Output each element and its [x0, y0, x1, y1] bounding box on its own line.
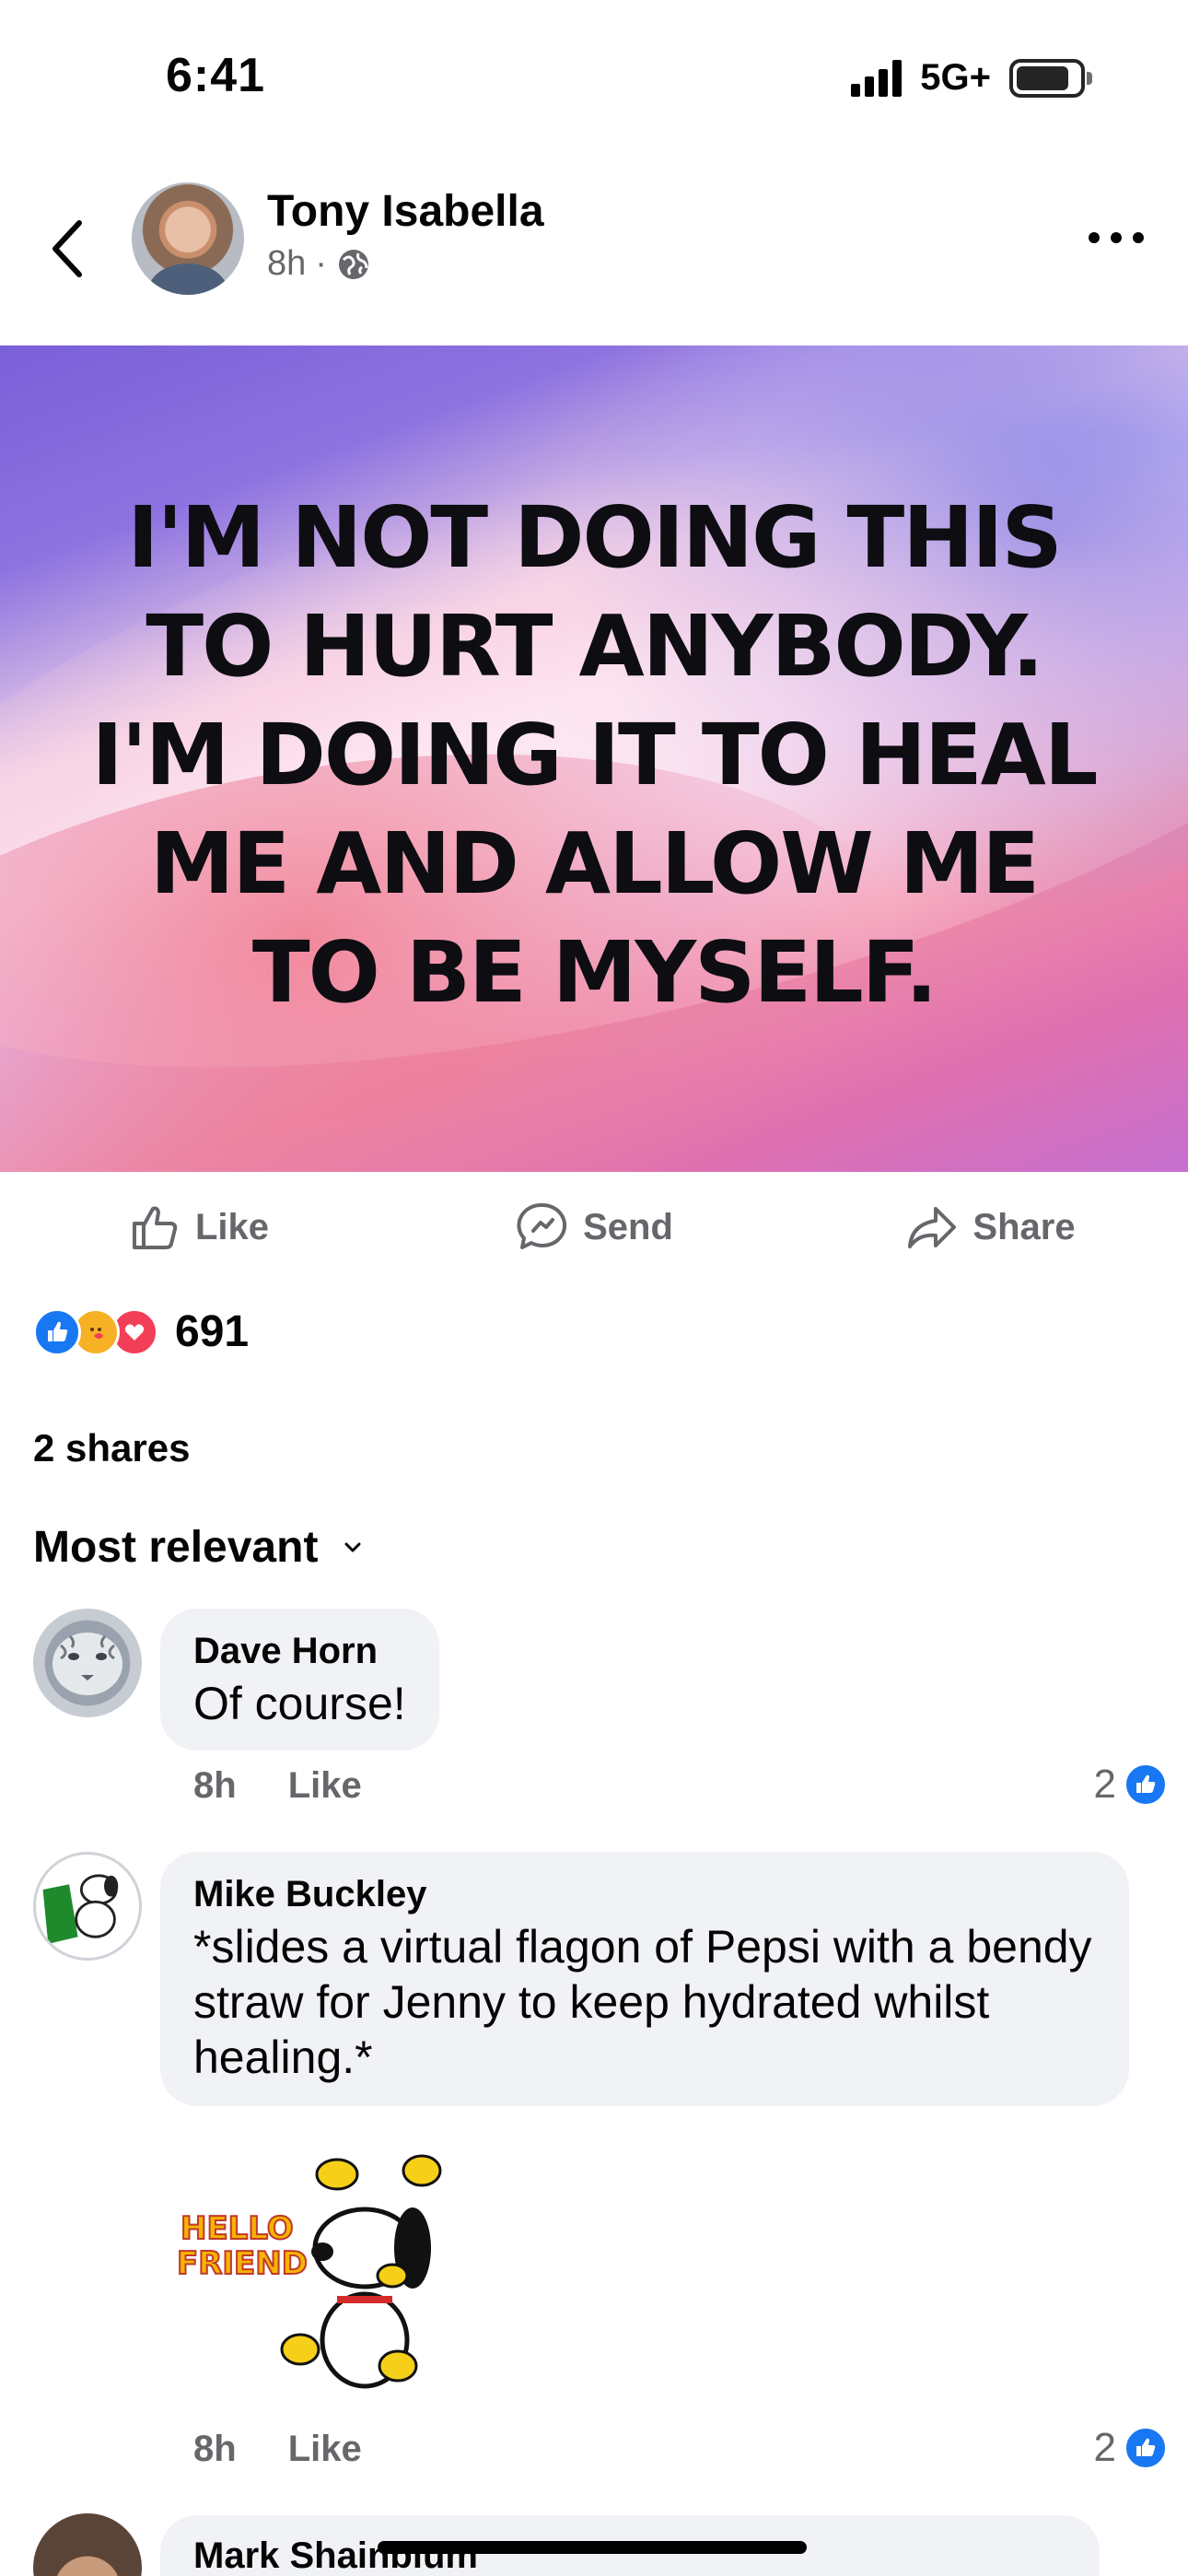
like-icon: [132, 1206, 178, 1249]
commenter-avatar[interactable]: [33, 1609, 142, 1717]
commenter-avatar[interactable]: [33, 1852, 142, 1961]
like-reaction-icon: [1124, 1762, 1168, 1807]
comment-text: *slides a virtual flagon of Pepsi with a…: [193, 1921, 1092, 2083]
action-bar: Like Send Share: [0, 1181, 1188, 1273]
globe-icon: [338, 249, 368, 279]
shares-count[interactable]: 2 shares: [33, 1426, 190, 1470]
network-label: 5G+: [920, 57, 991, 98]
sticker-text-hello: HELLO: [181, 2210, 294, 2247]
comment-like-button[interactable]: Like: [288, 2429, 362, 2470]
share-label: Share: [973, 1206, 1076, 1247]
like-reaction-icon: [1124, 2426, 1168, 2470]
post-image-text: I'M NOT DOING THIS TO HURT ANYBODY. I'M …: [55, 484, 1133, 1027]
comment-time: 8h: [193, 2429, 237, 2469]
sticker-text-friend: FRIEND: [177, 2245, 308, 2282]
comment-sort-dropdown[interactable]: Most relevant: [33, 1522, 364, 1573]
more-options-icon[interactable]: [1089, 227, 1144, 249]
like-reaction-icon: [33, 1307, 81, 1356]
post-image[interactable]: I'M NOT DOING THIS TO HURT ANYBODY. I'M …: [0, 345, 1188, 1172]
sort-label: Most relevant: [33, 1523, 319, 1572]
hello-friend-sticker[interactable]: HELLO FRIEND: [171, 2137, 466, 2405]
comment-text: Of course!: [193, 1678, 406, 1729]
send-label: Send: [583, 1206, 673, 1247]
commenter-name[interactable]: Dave Horn: [193, 1631, 406, 1672]
send-button[interactable]: Send: [396, 1181, 792, 1273]
post-image-line: I'M NOT DOING THIS: [127, 488, 1063, 587]
comment-bubble[interactable]: Dave Horn Of course!: [160, 1609, 439, 1751]
tiger-avatar-image: [52, 1633, 122, 1695]
snoopy-avatar-image: [42, 1874, 119, 1944]
comment-bubble[interactable]: Mike Buckley *slides a virtual flagon of…: [160, 1852, 1129, 2106]
comment-meta: 8h Like: [193, 1765, 362, 1807]
comment-meta: 8h Like: [193, 2429, 362, 2470]
author-name[interactable]: Tony Isabella: [267, 186, 544, 237]
reactions-summary[interactable]: 691: [33, 1306, 249, 1357]
share-button[interactable]: Share: [792, 1181, 1188, 1273]
chevron-down-icon: [344, 1542, 361, 1551]
post-header: Tony Isabella 8h ·: [0, 166, 1188, 341]
share-icon: [908, 1207, 957, 1248]
comment-like-number: 2: [1093, 2425, 1116, 2470]
like-label: Like: [194, 1206, 270, 1247]
post-time[interactable]: 8h: [267, 244, 306, 284]
status-bar: 6:41 5G+: [0, 0, 1188, 157]
comment-time: 8h: [193, 1765, 237, 1806]
home-indicator[interactable]: [378, 2541, 807, 2554]
comment-like-number: 2: [1093, 1762, 1116, 1807]
signal-icon: [851, 59, 903, 97]
like-button[interactable]: Like: [0, 1181, 396, 1273]
comment-like-count[interactable]: 2: [1094, 2425, 1168, 2471]
comment-like-count[interactable]: 2: [1094, 1762, 1168, 1808]
commenter-name[interactable]: Mike Buckley: [193, 1874, 1096, 1915]
status-time: 6:41: [166, 49, 266, 102]
post-image-line: TO HURT ANYBODY.: [146, 597, 1043, 696]
status-icons: 5G+: [851, 57, 1092, 99]
back-icon[interactable]: [44, 212, 90, 286]
post-image-line: ME AND ALLOW ME: [149, 814, 1040, 913]
post-image-line: TO BE MYSELF.: [251, 923, 938, 1022]
post-image-line: I'M DOING IT TO HEAL: [91, 706, 1099, 804]
battery-icon: [1009, 58, 1092, 98]
author-avatar[interactable]: [132, 182, 244, 295]
messenger-icon: [517, 1202, 567, 1249]
reaction-count: 691: [175, 1307, 250, 1356]
post-meta: 8h ·: [267, 244, 371, 284]
commenter-avatar[interactable]: [33, 2513, 142, 2576]
comment-like-button[interactable]: Like: [288, 1765, 362, 1807]
meta-separator: ·: [315, 244, 327, 283]
